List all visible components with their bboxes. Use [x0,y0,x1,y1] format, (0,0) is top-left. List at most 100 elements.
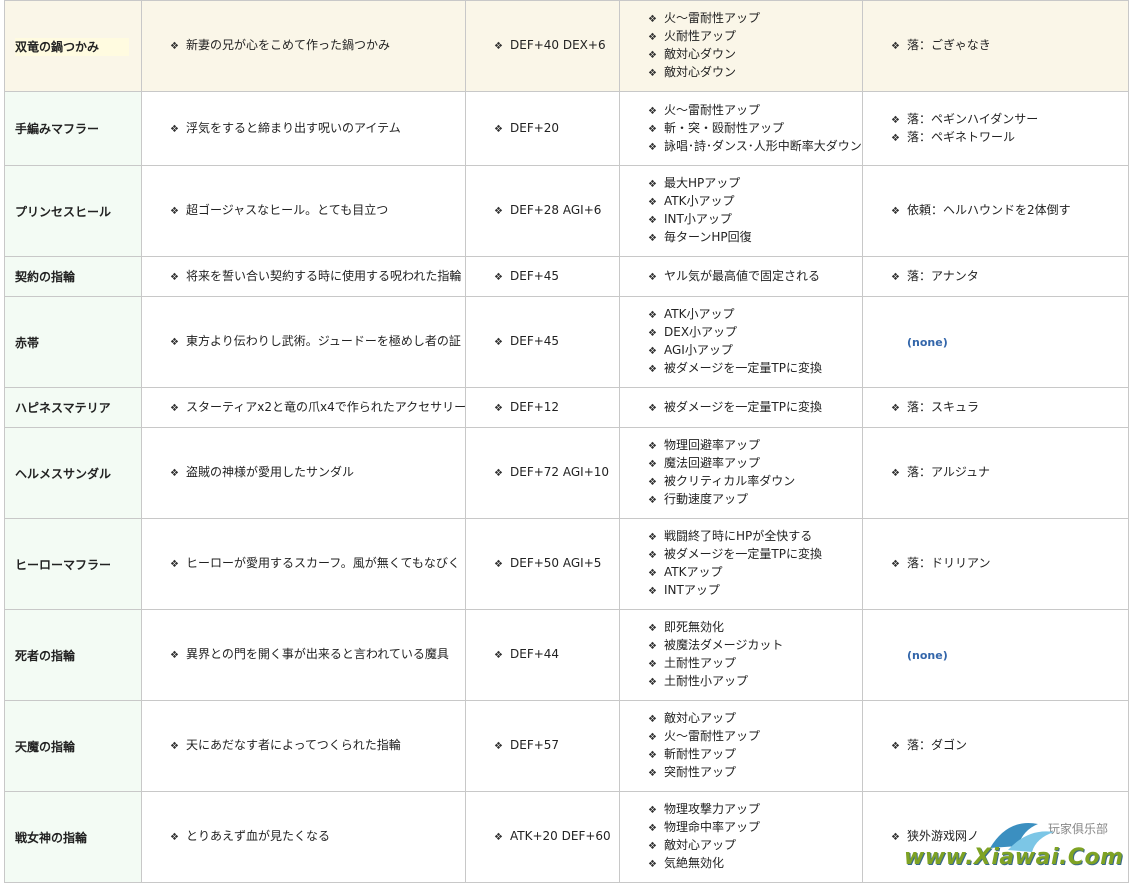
bullet-icon: ❖ [648,197,657,208]
item-name: ヒーローマフラー [15,557,112,572]
source-item-text: 落：ペギンハイダンサー [907,111,1039,126]
bullet-icon: ❖ [648,859,657,870]
stat-cell: ❖ DEF+12 [465,387,620,428]
bullet-icon: ❖ [891,741,900,752]
item-name-cell: 手編みマフラー [4,91,142,166]
effect-item: ❖ 魔法回避率アップ [648,455,862,473]
source-cell: ❖ 落：ペギンハイダンサー ❖ 落：ペギネトワール [862,91,1129,166]
bullet-icon: ❖ [170,41,179,52]
item-name-cell: ヘルメスサンダル [4,427,142,519]
item-stat-text: DEF+50 AGI+5 [510,556,602,570]
item-name: 赤帯 [15,335,40,350]
bullet-icon: ❖ [648,310,657,321]
effect-item-text: 敵対心アップ [664,711,737,725]
effect-item: ❖ ヤル気が最高値で固定される [648,268,862,286]
effects-cell: ❖ 被ダメージを一定量TPに変換 [619,387,863,428]
item-name: 天魔の指輪 [15,739,76,754]
bullet-icon: ❖ [648,328,657,339]
source-item: ❖ 落：ダゴン [891,737,1128,755]
bullet-icon: ❖ [648,677,657,688]
bullet-icon: ❖ [648,732,657,743]
description-cell: ❖ 超ゴージャスなヒール。とても目立つ [141,165,466,257]
bullet-icon: ❖ [648,659,657,670]
source-cell: ❖ 落：アルジュナ [862,427,1129,519]
description-cell: ❖ 将来を誓い合い契約する時に使用する呪われた指輪 [141,256,466,297]
table-row: ヒーローマフラー ❖ ヒーローが愛用するスカーフ。風が無くてもなびく ❖ DEF+50 … [4,518,1129,610]
item-description: ❖ 超ゴージャスなヒール。とても目立つ [170,202,465,220]
description-cell: ❖ 東方より伝わりし武術。ジュードーを極めし者の証 [141,296,466,388]
bullet-icon: ❖ [648,532,657,543]
item-description-text: 超ゴージャスなヒール。とても目立つ [186,203,389,217]
source-cell: ❖ 落：アナンタ [862,256,1129,297]
item-description: ❖ 盗賊の神様が愛用したサンダル [170,464,465,482]
bullet-icon: ❖ [891,402,900,414]
none-label: (none) [907,649,948,662]
effect-item: ❖ ATKアップ [648,564,862,582]
effect-item-text: 被ダメージを一定量TPに変換 [664,547,822,561]
source-cell: ❖ 依頼：ヘルハウンドを2体倒す [862,165,1129,257]
item-name-cell: 死者の指輪 [4,609,142,701]
table-row: ハピネスマテリア ❖ スターティアx2と竜の爪x4で作られたアクセサリー ❖ DEF+1… [4,387,1129,428]
item-stat: ❖ DEF+50 AGI+5 [494,555,619,573]
effect-item: ❖ 被ダメージを一定量TPに変換 [648,399,862,417]
bullet-icon: ❖ [494,123,503,135]
item-stat: ❖ ATK+20 DEF+60 [494,828,619,846]
source-cell: ❖ 落：スキュラ [862,387,1129,428]
effect-item-text: 即死無効化 [664,620,725,634]
source-item-text: 落：ドリリアン [907,556,991,570]
item-description-text: スターティアx2と竜の爪x4で作られたアクセサリー [186,399,467,414]
effect-item: ❖ 被クリティカル率ダウン [648,473,862,491]
bullet-icon: ❖ [891,468,900,479]
source-item-text: 落：アルジュナ [907,465,991,479]
description-cell: ❖ とりあえず血が見たくなる [141,791,466,883]
bullet-icon: ❖ [648,14,657,25]
table-row: プリンセスヒール ❖ 超ゴージャスなヒール。とても目立つ ❖ DEF+28 AGI+6 ❖… [4,165,1129,257]
item-stat-text: DEF+28 AGI+6 [510,203,602,217]
equipment-table: 双竜の鍋つかみ ❖ 新妻の兄が心をこめて作った鍋つかみ ❖ DEF+40 DEX+6 ❖ 火… [4,0,1129,883]
source-item: ❖ 落：スキュラ [891,399,1128,417]
effect-item: ❖ 気絶無効化 [648,855,862,873]
effect-item: ❖ 物理命中率アップ [648,819,862,837]
effect-item-text: 最大HPアップ [664,176,741,190]
item-description-text: 異界との門を開く事が出来ると言われている魔具 [186,647,449,661]
item-stat-text: DEF+72 AGI+10 [510,465,610,479]
source-item-text: 落：スキュラ [907,399,980,414]
bullet-icon: ❖ [648,841,657,852]
effect-item: ❖ 土耐性小アップ [648,673,862,691]
bullet-icon: ❖ [170,123,179,135]
table-row: 赤帯 ❖ 東方より伝わりし武術。ジュードーを極めし者の証 ❖ DEF+45 ❖ ATK小アッ… [4,296,1129,388]
source-cell: (none) [862,609,1129,701]
stat-cell: ❖ DEF+72 AGI+10 [465,427,620,519]
source-item: ❖ 落：ごぎゃなき [891,37,1128,55]
bullet-icon: ❖ [170,337,179,348]
bullet-icon: ❖ [494,41,503,52]
effect-item: ❖ 敵対心アップ [648,837,862,855]
effect-item: ❖ 土耐性アップ [648,655,862,673]
bullet-icon: ❖ [891,271,900,283]
description-cell: ❖ 天にあだなす者によってつくられた指輪 [141,700,466,792]
effect-item-text: 火耐性アップ [664,29,737,43]
item-stat: ❖ DEF+12 [494,399,619,417]
source-cell: ❖ 落：ダゴン [862,700,1129,792]
item-stat-text: DEF+40 DEX+6 [510,38,606,52]
bullet-icon: ❖ [648,714,657,725]
stat-cell: ❖ DEF+28 AGI+6 [465,165,620,257]
bullet-icon: ❖ [170,271,179,283]
bullet-icon: ❖ [648,805,657,816]
item-stat: ❖ DEF+45 [494,333,619,351]
bullet-icon: ❖ [494,402,503,414]
item-name-cell: ハピネスマテリア [4,387,142,428]
item-name: ハピネスマテリア [15,401,111,415]
bullet-icon: ❖ [648,179,657,190]
effect-item: ❖ 戦闘終了時にHPが全快する [648,528,862,546]
bullet-icon: ❖ [648,50,657,61]
bullet-icon: ❖ [494,650,503,661]
table-row: 契約の指輪 ❖ 将来を誓い合い契約する時に使用する呪われた指輪 ❖ DEF+45 ❖ ヤル気… [4,256,1129,297]
item-description-text: 東方より伝わりし武術。ジュードーを極めし者の証 [186,334,461,348]
table-row: 死者の指輪 ❖ 異界との門を開く事が出来ると言われている魔具 ❖ DEF+44 ❖ 即死無効… [4,609,1129,701]
item-stat-text: DEF+45 [510,334,560,348]
bullet-icon: ❖ [648,215,657,226]
item-name: 戦女神の指輪 [15,830,88,845]
effect-item-text: 物理回避率アップ [664,438,761,452]
effect-item-text: 斬・突・殴耐性アップ [664,120,785,135]
